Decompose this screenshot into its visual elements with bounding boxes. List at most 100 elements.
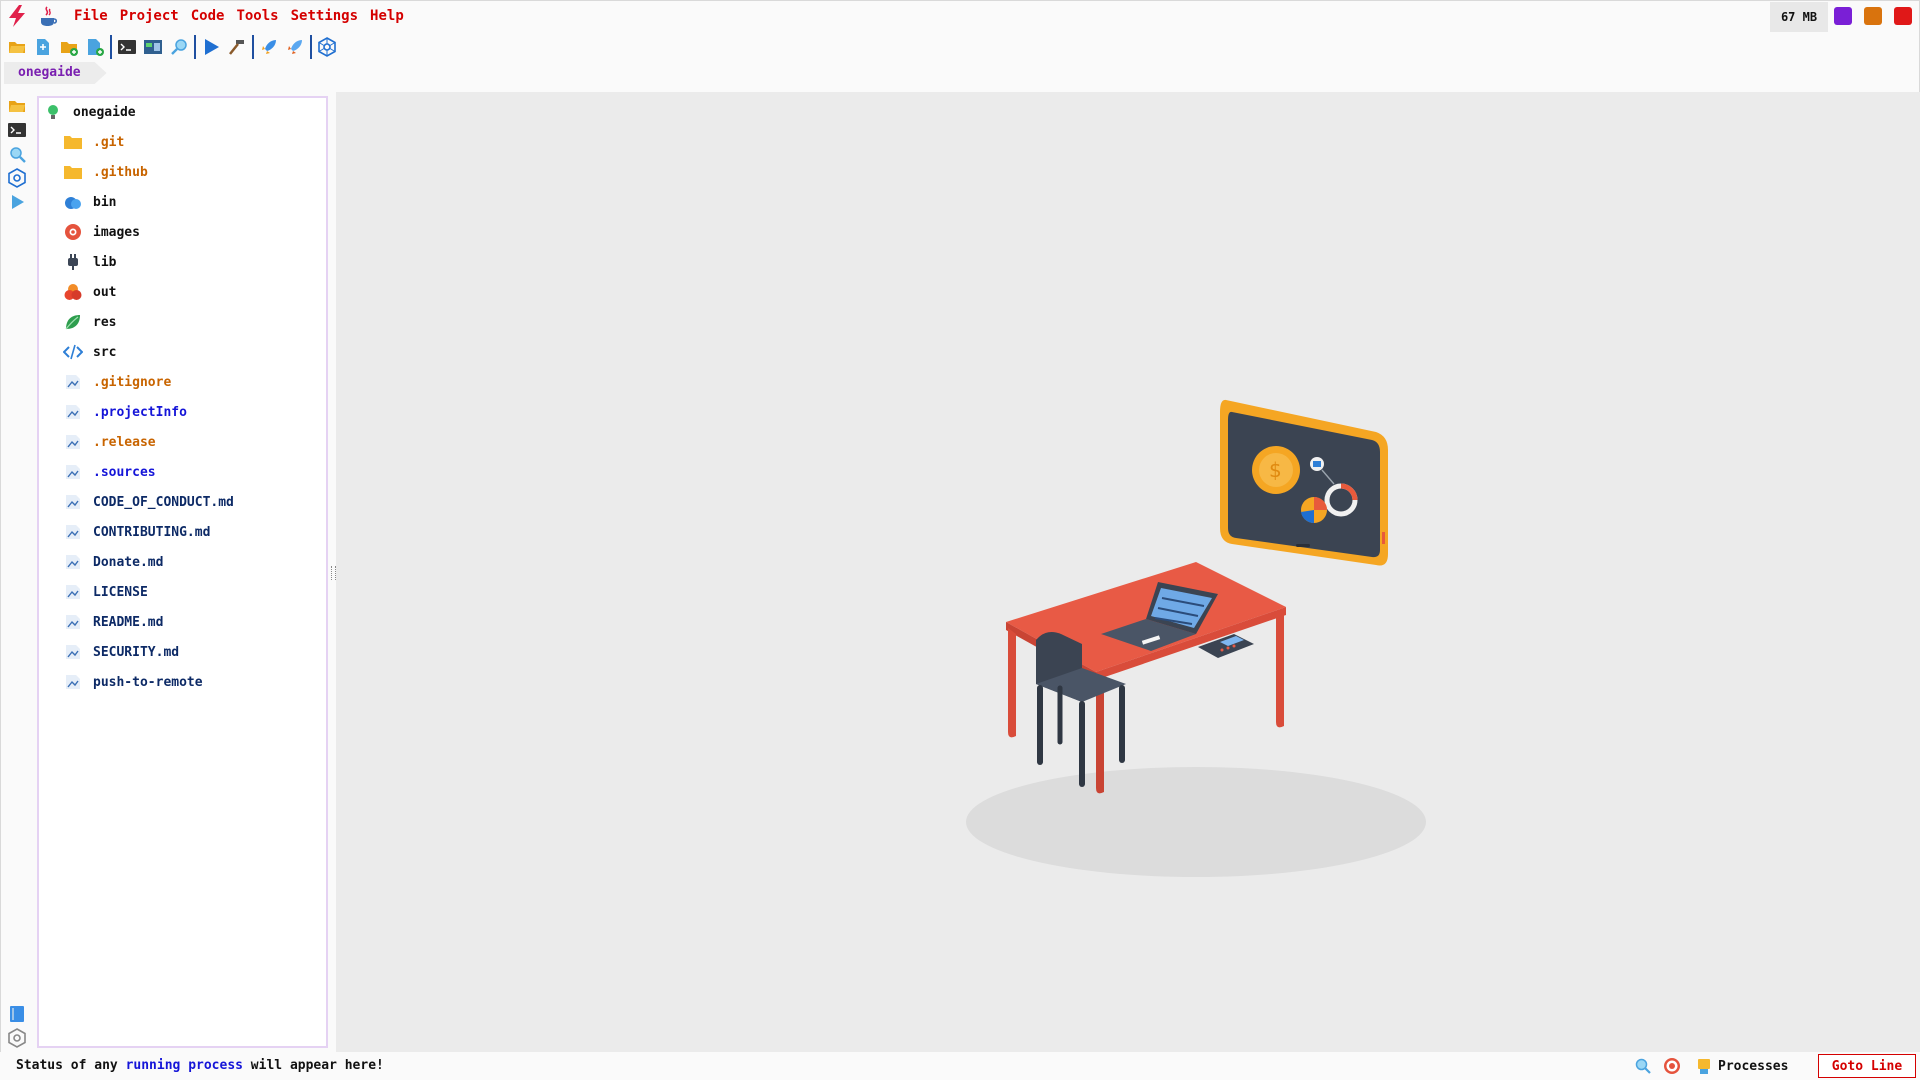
toolbar-separator <box>110 35 112 59</box>
tree-item-label: lib <box>93 254 117 270</box>
goto-line-button[interactable]: Goto Line <box>1818 1054 1916 1078</box>
open-project-button[interactable] <box>4 34 30 60</box>
hammer-icon <box>229 40 244 55</box>
toolbar-separator <box>194 35 196 59</box>
hexagon-gear-icon <box>318 37 336 57</box>
processes-icon <box>1698 1059 1710 1074</box>
tree-item-label: CODE_OF_CONDUCT.md <box>93 494 234 510</box>
tree-item-code-of-conduct[interactable]: CODE_OF_CONDUCT.md <box>63 490 234 514</box>
file-icon <box>63 612 83 632</box>
tree-item-gitignore[interactable]: .gitignore <box>63 370 171 394</box>
rocket-icon <box>262 40 276 54</box>
menu-help[interactable]: Help <box>364 8 410 24</box>
tree-item-src[interactable]: src <box>63 340 116 364</box>
search-tool-button[interactable] <box>166 34 192 60</box>
leaf-icon <box>63 312 83 332</box>
tree-item-projectinfo[interactable]: .projectInfo <box>63 400 187 424</box>
terminal-icon <box>118 40 136 54</box>
file-icon <box>63 432 83 452</box>
layout-button[interactable] <box>140 34 166 60</box>
target-icon[interactable] <box>1663 1057 1681 1075</box>
rocket-alt-icon <box>288 40 302 54</box>
editor-area: $ <box>336 92 1920 1052</box>
run-panel-icon[interactable] <box>7 192 27 212</box>
toolbar-separator <box>310 35 312 59</box>
terminal-button[interactable] <box>114 34 140 60</box>
new-file-icon <box>37 39 49 55</box>
tree-item-out[interactable]: out <box>63 280 116 304</box>
tree-item-label: .gitignore <box>93 374 172 390</box>
menu-code[interactable]: Code <box>185 8 231 24</box>
files-panel-icon[interactable] <box>7 96 27 116</box>
tree-item-sources[interactable]: .sources <box>63 460 156 484</box>
book-icon[interactable] <box>7 1004 27 1024</box>
boxes-icon <box>63 282 83 302</box>
new-file-button[interactable] <box>30 34 56 60</box>
status-message: Status of any running process will appea… <box>16 1058 384 1073</box>
magnifier-icon <box>171 39 187 55</box>
file-icon <box>63 402 83 422</box>
menu-project[interactable]: Project <box>114 8 185 24</box>
java-cup-icon <box>41 6 58 26</box>
tree-item-readme[interactable]: README.md <box>63 610 163 634</box>
tree-item-label: README.md <box>93 614 164 630</box>
tree-item-release[interactable]: .release <box>63 430 156 454</box>
processes-button[interactable]: Processes <box>1696 1056 1788 1076</box>
search-panel-icon[interactable] <box>7 144 27 164</box>
tree-item-res[interactable]: res <box>63 310 116 334</box>
side-strip <box>0 92 32 1052</box>
tree-item-lib[interactable]: lib <box>63 250 116 274</box>
gear-icon[interactable] <box>7 1028 27 1048</box>
desk-illustration: $ <box>966 399 1426 877</box>
plug-icon <box>63 252 83 272</box>
tree-item-license[interactable]: LICENSE <box>63 580 148 604</box>
tree-item-security[interactable]: SECURITY.md <box>63 640 179 664</box>
file-tree-panel: onegaide .git .github bin images lib out… <box>37 96 328 1048</box>
tree-item-label: images <box>93 224 140 240</box>
file-icon <box>63 552 83 572</box>
close-button[interactable] <box>1894 7 1912 25</box>
status-highlight: running process <box>125 1058 243 1073</box>
tree-item-images[interactable]: images <box>63 220 140 244</box>
tree-item-donate[interactable]: Donate.md <box>63 550 163 574</box>
folder-open-icon <box>9 42 25 53</box>
tree-root[interactable]: onegaide <box>43 100 136 124</box>
new-folder-icon <box>61 42 78 56</box>
search-status-icon[interactable] <box>1634 1057 1652 1075</box>
menu-settings[interactable]: Settings <box>285 8 364 24</box>
build-button[interactable] <box>224 34 250 60</box>
run-button[interactable] <box>198 34 224 60</box>
settings-panel-icon[interactable] <box>7 168 27 188</box>
tree-item-bin[interactable]: bin <box>63 190 116 214</box>
tree-item-label: .github <box>93 164 148 180</box>
folder-icon <box>63 162 83 182</box>
board-image: $ <box>1220 399 1388 566</box>
tree-item-github[interactable]: .github <box>63 160 148 184</box>
file-icon <box>63 492 83 512</box>
release-button[interactable] <box>282 34 308 60</box>
breadcrumb[interactable]: onegaide <box>4 62 107 84</box>
deploy-button[interactable] <box>256 34 282 60</box>
add-file-button[interactable] <box>82 34 108 60</box>
tree-item-label: out <box>93 284 117 300</box>
cloud-icon <box>63 192 83 212</box>
new-folder-button[interactable] <box>56 34 82 60</box>
minimize-button[interactable] <box>1834 7 1852 25</box>
tree-root-label: onegaide <box>73 104 136 120</box>
tree-item-label: .release <box>93 434 156 450</box>
tree-item-contributing[interactable]: CONTRIBUTING.md <box>63 520 210 544</box>
menu-tools[interactable]: Tools <box>230 8 284 24</box>
tree-item-label: src <box>93 344 117 360</box>
tree-item-label: res <box>93 314 117 330</box>
file-icon <box>63 372 83 392</box>
maximize-button[interactable] <box>1864 7 1882 25</box>
tree-item-push-to-remote[interactable]: push-to-remote <box>63 670 203 694</box>
settings-button[interactable] <box>314 34 340 60</box>
processes-label: Processes <box>1718 1058 1789 1074</box>
terminal-panel-icon[interactable] <box>7 120 27 140</box>
folder-icon <box>63 132 83 152</box>
camera-icon <box>63 222 83 242</box>
menu-file[interactable]: File <box>68 8 114 24</box>
status-text-part: will appear here! <box>242 1058 384 1073</box>
tree-item-git[interactable]: .git <box>63 130 124 154</box>
